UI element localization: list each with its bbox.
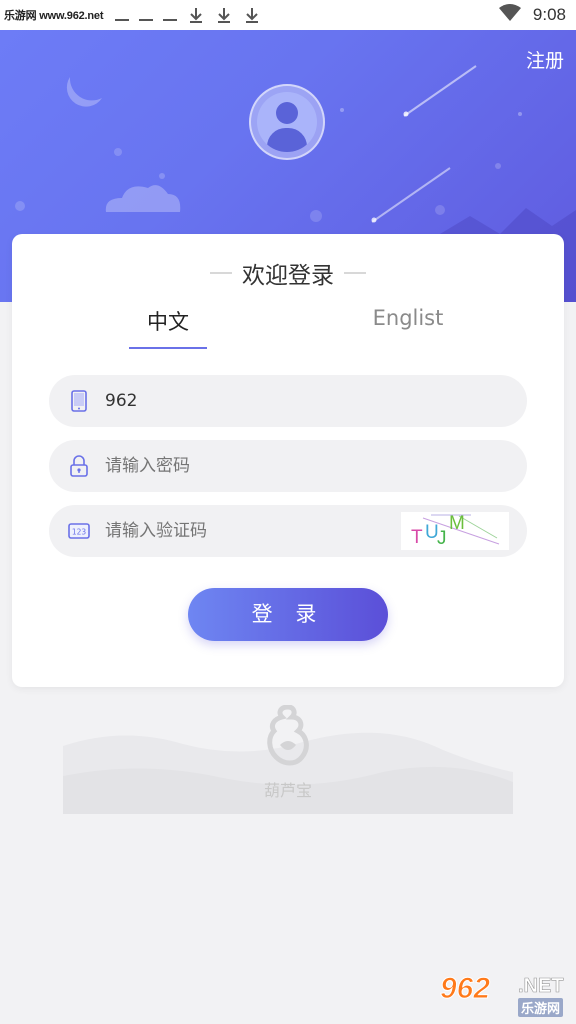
lock-icon xyxy=(67,454,91,478)
captcha-image[interactable]: T U J M xyxy=(401,512,509,550)
phone-input[interactable] xyxy=(105,375,385,427)
captcha-char: J xyxy=(437,528,447,549)
password-field[interactable] xyxy=(49,440,527,492)
tab-chinese[interactable]: 中文 xyxy=(88,306,248,336)
tab-english[interactable]: Englist xyxy=(328,306,488,330)
footer-brand: 葫芦宝 xyxy=(263,781,312,800)
phone-icon xyxy=(67,389,91,413)
login-button[interactable]: 登 录 xyxy=(188,588,388,641)
phone-field[interactable] xyxy=(49,375,527,427)
tab-active-indicator xyxy=(129,347,207,349)
captcha-char: M xyxy=(449,513,465,534)
gourd-logo-icon xyxy=(267,705,309,766)
watermark-logo: 962 .NET 乐游网 xyxy=(439,972,570,1018)
register-link[interactable]: 注册 xyxy=(526,46,564,73)
login-card: 欢迎登录 中文 Englist 962 123 请输入验证码 T U J M 登… xyxy=(12,234,564,687)
title-divider-right xyxy=(344,272,366,274)
password-input[interactable] xyxy=(105,440,385,492)
notification-icon xyxy=(113,4,131,26)
login-title: 欢迎登录 xyxy=(242,263,334,289)
wifi-icon xyxy=(498,4,521,26)
watermark-suffix: .NET xyxy=(518,975,564,998)
captcha-char: T xyxy=(411,527,423,548)
code-input[interactable] xyxy=(105,505,385,557)
status-bar-site: 乐游网 www.962.net xyxy=(4,10,104,22)
avatar[interactable] xyxy=(249,84,325,160)
notification-icon xyxy=(161,4,179,26)
download-icon xyxy=(187,4,205,26)
svg-text:123: 123 xyxy=(72,528,87,537)
status-bar: 乐游网 www.962.net 9:08 xyxy=(0,0,576,30)
code-field[interactable]: 123 T U J M xyxy=(49,505,527,557)
watermark-cn: 乐游网 xyxy=(518,998,564,1017)
code-icon: 123 xyxy=(67,519,91,543)
watermark-number: 962 xyxy=(439,972,491,1006)
notification-icon xyxy=(137,4,155,26)
status-bar-time: 9:08 xyxy=(532,5,566,24)
download-icon xyxy=(215,4,233,26)
download-icon xyxy=(243,4,261,26)
